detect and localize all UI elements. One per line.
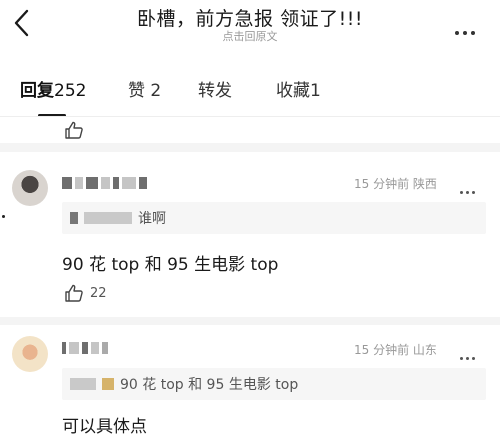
tab-likes[interactable]: 赞 2 xyxy=(128,76,161,101)
like-button[interactable] xyxy=(64,121,84,143)
more-options-button[interactable] xyxy=(455,20,481,35)
tab-count: 1 xyxy=(310,81,321,101)
comment-location: 山东 xyxy=(412,343,437,357)
thumb-up-icon xyxy=(65,121,83,139)
quoted-reply[interactable]: 谁啊 xyxy=(62,202,486,234)
more-dots-icon xyxy=(455,20,479,39)
quoted-text: 谁啊 xyxy=(138,211,166,227)
tab-favorites[interactable]: 收藏1 xyxy=(276,76,321,101)
tab-count: 2 xyxy=(150,81,162,101)
tab-label: 转发 xyxy=(198,81,232,101)
comment-location: 陕西 xyxy=(412,177,437,191)
username-blurred[interactable] xyxy=(62,176,147,190)
tab-count: 252 xyxy=(54,81,87,101)
tab-bar: 回复252 赞 2 转发 收藏1 xyxy=(0,76,500,117)
avatar[interactable] xyxy=(12,336,48,372)
avatar[interactable] xyxy=(12,170,48,206)
username-blurred[interactable] xyxy=(62,341,108,355)
quoted-user-blurred xyxy=(70,378,96,390)
tab-reposts[interactable]: 转发 xyxy=(198,76,232,101)
quoted-text: 90 花 top 和 95 生电影 top xyxy=(120,377,299,393)
edge-dot xyxy=(2,215,5,218)
comment-more-button[interactable] xyxy=(460,345,478,360)
comment-time: 15 分钟前 xyxy=(354,177,410,191)
like-count: 22 xyxy=(90,285,107,301)
comment-meta: 15 分钟前 山东 xyxy=(354,341,437,358)
quoted-user-blurred xyxy=(70,212,78,224)
tab-replies[interactable]: 回复252 xyxy=(20,76,86,101)
section-separator xyxy=(0,143,500,152)
back-to-original-link[interactable]: 点击回原文 xyxy=(0,28,500,44)
more-dots-icon xyxy=(460,179,478,198)
comment-more-button[interactable] xyxy=(460,179,478,194)
header-bar: 卧槽，前方急报 领证了!!! 点击回原文 xyxy=(0,0,500,56)
comment-body: 可以具体点 xyxy=(62,417,147,437)
quoted-user-blurred xyxy=(102,378,114,390)
post-title[interactable]: 卧槽，前方急报 领证了!!! xyxy=(0,4,500,31)
tab-label: 赞 xyxy=(128,81,145,101)
tab-label: 回复 xyxy=(20,81,54,101)
thumb-up-icon xyxy=(65,284,83,302)
comment-meta: 15 分钟前 陕西 xyxy=(354,175,437,192)
comment-time: 15 分钟前 xyxy=(354,343,410,357)
section-separator xyxy=(0,317,500,325)
quoted-reply[interactable]: 90 花 top 和 95 生电影 top xyxy=(62,368,486,400)
comment-body: 90 花 top 和 95 生电影 top xyxy=(62,255,279,275)
divider xyxy=(0,116,500,117)
more-dots-icon xyxy=(460,345,478,364)
comment-like-button[interactable]: 22 xyxy=(64,284,107,302)
quoted-user-blurred xyxy=(84,212,132,224)
tab-label: 收藏 xyxy=(276,81,310,101)
